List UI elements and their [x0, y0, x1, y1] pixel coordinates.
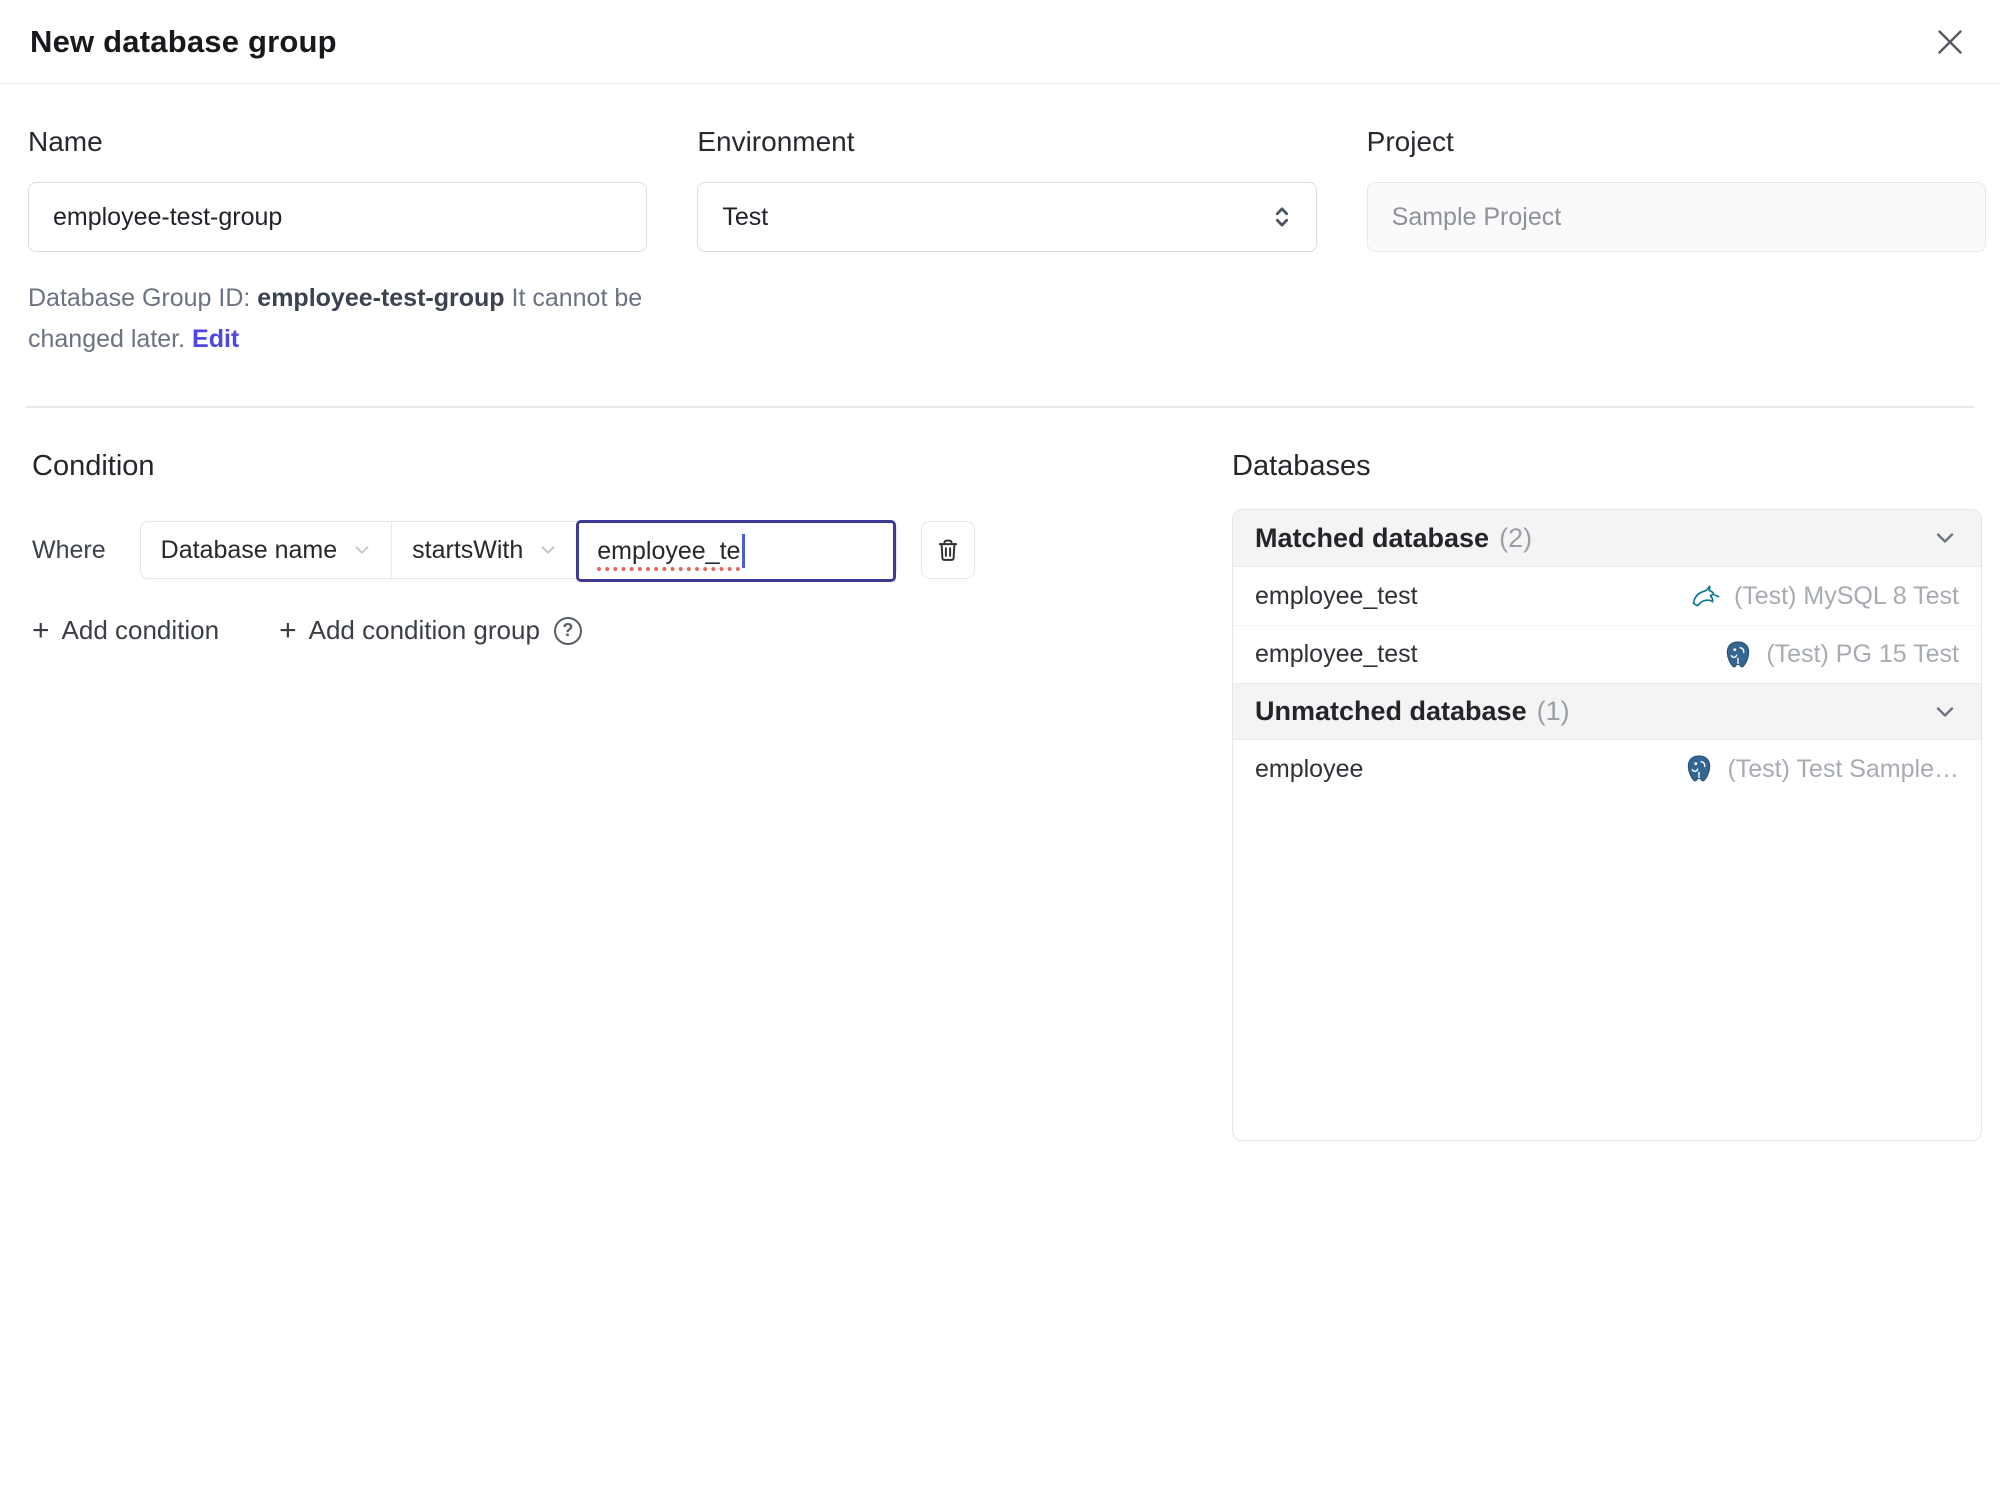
add-condition-button[interactable]: + Add condition	[32, 615, 219, 646]
database-instance-label: (Test) Test Sample…	[1727, 754, 1959, 783]
condition-field-value: Database name	[160, 535, 338, 564]
group-id-value: employee-test-group	[257, 284, 505, 312]
matched-database-header[interactable]: Matched database (2)	[1233, 510, 1981, 567]
project-input	[1366, 182, 1986, 252]
unmatched-database-label: Unmatched database (1)	[1255, 696, 1570, 726]
environment-selected-value: Test	[722, 202, 769, 231]
form-row: Name Database Group ID: employee-test-gr…	[0, 126, 2000, 360]
chevron-down-icon	[1931, 698, 1959, 726]
condition-actions-row: + Add condition + Add condition group ?	[32, 615, 1182, 646]
unmatched-database-header[interactable]: Unmatched database (1)	[1233, 683, 1981, 740]
group-id-note: Database Group ID: employee-test-group I…	[28, 278, 647, 360]
dialog-header: New database group	[0, 0, 2000, 84]
database-row: employee_test (Test) PG 15 Test	[1233, 625, 1981, 683]
dialog-title: New database group	[30, 23, 337, 59]
chevron-down-icon	[1931, 524, 1959, 552]
condition-value-input[interactable]: employee_te	[576, 520, 897, 582]
chevron-down-icon	[351, 539, 373, 561]
databases-panel: Matched database (2) employee_test (Test)…	[1232, 509, 1982, 1141]
project-field-group: Project	[1366, 126, 1986, 360]
database-name: employee	[1255, 754, 1364, 783]
condition-operator-value: startsWith	[412, 535, 524, 564]
unmatched-database-count: (1)	[1536, 696, 1570, 726]
project-label: Project	[1366, 126, 1454, 157]
add-condition-label: Add condition	[61, 615, 220, 645]
edit-group-id-link[interactable]: Edit	[192, 325, 239, 353]
condition-value-text: employee_te	[597, 536, 741, 565]
database-instance-label: (Test) PG 15 Test	[1766, 640, 1959, 668]
add-condition-group-button[interactable]: + Add condition group ?	[279, 615, 582, 646]
select-updown-icon	[1268, 203, 1296, 231]
postgresql-icon	[1722, 639, 1754, 671]
section-divider	[25, 406, 1975, 408]
database-instance: (Test) MySQL 8 Test	[1690, 580, 1959, 612]
close-button[interactable]	[1930, 22, 1970, 62]
name-label: Name	[28, 126, 103, 157]
delete-condition-button[interactable]	[921, 521, 976, 579]
trash-icon	[934, 536, 962, 564]
condition-field-select[interactable]: Database name	[141, 522, 392, 578]
lower-section: Condition Where Database name startsWith	[0, 450, 2000, 1141]
chevron-down-icon	[537, 539, 559, 561]
condition-row: Where Database name startsWith employee_…	[32, 520, 1182, 582]
postgresql-icon	[1683, 753, 1715, 785]
mysql-icon	[1690, 580, 1722, 612]
text-caret	[742, 534, 746, 568]
databases-section: Databases Matched database (2) employee_t…	[1232, 450, 1982, 1141]
condition-expression-group: Database name startsWith employee_te	[139, 520, 898, 582]
group-id-note-prefix: Database Group ID:	[28, 284, 258, 312]
databases-title: Databases	[1232, 450, 1371, 482]
close-icon	[1932, 24, 1968, 60]
condition-title: Condition	[32, 450, 155, 482]
add-condition-group-label: Add condition group	[308, 615, 540, 645]
database-row: employee (Test) Test Sample…	[1233, 740, 1981, 798]
environment-label: Environment	[697, 126, 855, 157]
environment-select[interactable]: Test	[697, 182, 1317, 252]
matched-database-count: (2)	[1499, 522, 1533, 553]
matched-database-label: Matched database (2)	[1255, 522, 1533, 553]
database-name: employee_test	[1255, 581, 1418, 610]
where-label: Where	[32, 535, 106, 564]
database-instance: (Test) PG 15 Test	[1722, 639, 1959, 671]
condition-operator-select[interactable]: startsWith	[391, 522, 577, 578]
database-instance-label: (Test) MySQL 8 Test	[1733, 581, 1959, 610]
database-name: employee_test	[1255, 640, 1418, 668]
help-icon[interactable]: ?	[553, 616, 582, 645]
database-instance: (Test) Test Sample…	[1683, 753, 1959, 785]
database-row: employee_test (Test) MySQL 8 Test	[1233, 567, 1981, 625]
condition-section: Condition Where Database name startsWith	[32, 450, 1182, 1141]
name-field-group: Name Database Group ID: employee-test-gr…	[28, 126, 648, 360]
plus-icon: +	[279, 613, 297, 647]
name-input[interactable]	[28, 182, 648, 252]
plus-icon: +	[32, 613, 50, 647]
environment-field-group: Environment Test	[697, 126, 1317, 360]
